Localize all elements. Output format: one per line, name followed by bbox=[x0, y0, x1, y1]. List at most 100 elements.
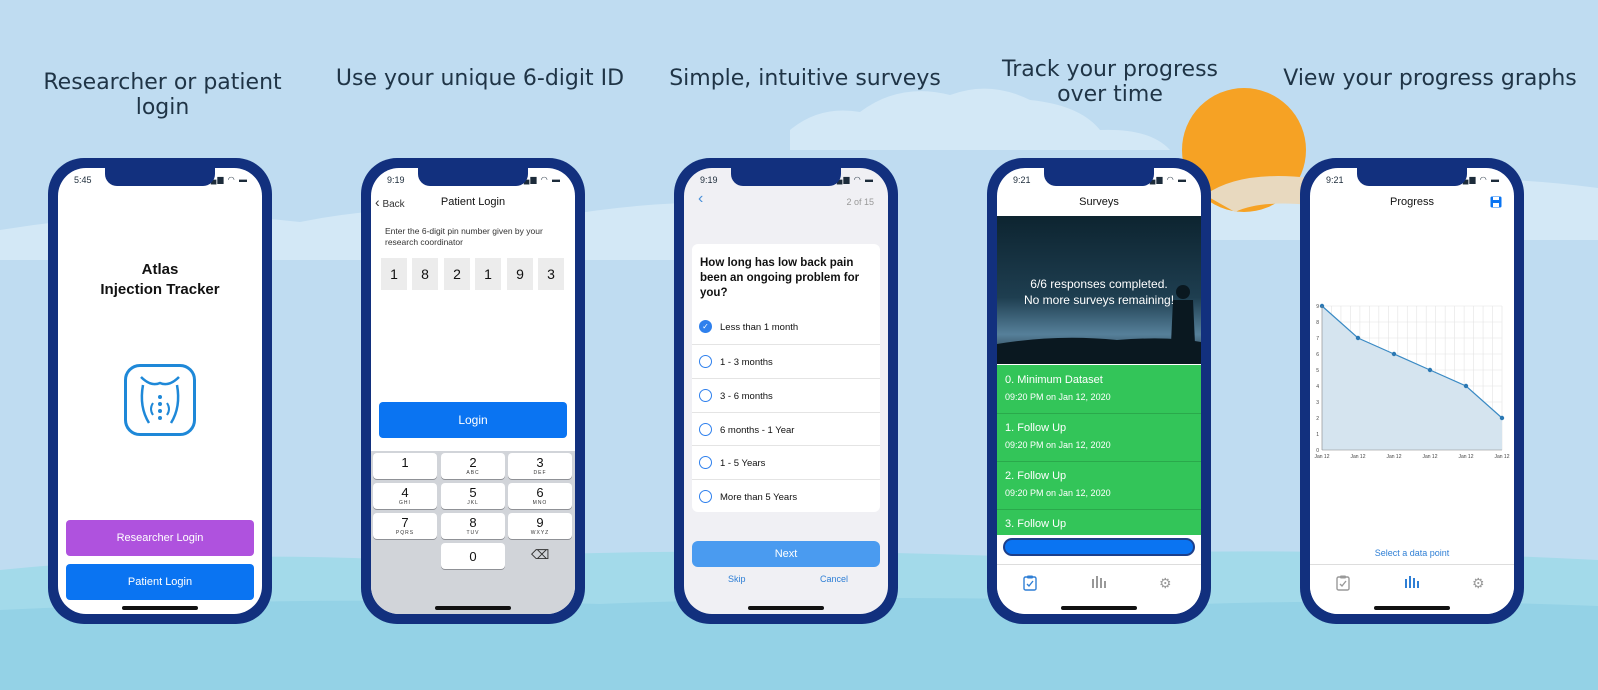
progress-chart[interactable]: 0123456789Jan 12 Jan 12 Jan 12 Jan 12 Jan 12… bbox=[1310, 298, 1514, 468]
pin-digit[interactable]: 2 bbox=[444, 258, 470, 290]
x-tick-label: Jan 12 bbox=[1422, 454, 1437, 460]
key-0[interactable]: 0 bbox=[441, 543, 505, 569]
spine-logo-icon bbox=[124, 364, 196, 436]
pin-digit[interactable]: 8 bbox=[412, 258, 438, 290]
save-icon[interactable] bbox=[1490, 195, 1502, 213]
y-tick-label: 3 bbox=[1316, 400, 1319, 406]
key-8[interactable]: 8 TUV bbox=[441, 513, 505, 539]
home-indicator bbox=[748, 606, 824, 610]
hero-line1: 6/6 responses completed. bbox=[1030, 277, 1168, 291]
clipboard-check-icon[interactable] bbox=[1023, 575, 1037, 594]
answer-option[interactable]: ✓ Less than 1 month bbox=[692, 310, 880, 343]
gear-icon[interactable]: ⚙ bbox=[1472, 575, 1485, 592]
bar-chart-icon[interactable] bbox=[1404, 575, 1420, 592]
pin-prompt: Enter the 6-digit pin number given by yo… bbox=[385, 226, 543, 247]
survey-row[interactable]: 1. Follow Up 09:20 PM on Jan 12, 2020 bbox=[997, 413, 1201, 462]
screen: 9:19 ▂▄▆ ◠ ▬ ‹ 2 of 15 How long has low … bbox=[684, 168, 888, 614]
nav-title: Progress bbox=[1389, 196, 1435, 208]
y-tick-label: 4 bbox=[1316, 384, 1319, 390]
phone-patient-login: 9:19 ▂▄▆ ◠ ▬ ‹ Back Patient Login Enter … bbox=[361, 158, 585, 624]
answer-option[interactable]: 1 - 5 Years bbox=[692, 445, 880, 479]
question-card: How long has low back pain been an ongoi… bbox=[692, 244, 880, 512]
y-tick-label: 8 bbox=[1316, 320, 1319, 326]
screen: 9:21 ▂▄▆ ◠ ▬ Progress 0 1 2 3 4 5 6 7 8 9 Jan 12 Ja… bbox=[1310, 168, 1514, 614]
pin-digit[interactable]: 3 bbox=[538, 258, 564, 290]
key-9[interactable]: 9 WXYZ bbox=[508, 513, 572, 539]
data-point bbox=[1499, 415, 1505, 421]
clipboard-check-icon[interactable] bbox=[1336, 575, 1350, 594]
screen: 5:45 ▂▄▆ ◠ ▬ Atlas Injection Tracker Res… bbox=[58, 168, 262, 614]
pin-digit[interactable]: 1 bbox=[475, 258, 501, 290]
key-7[interactable]: 7 PQRS bbox=[373, 513, 437, 539]
caption-login: Researcher or patient login bbox=[43, 70, 282, 120]
radio-icon bbox=[699, 490, 712, 503]
phone-login-choice: 5:45 ▂▄▆ ◠ ▬ Atlas Injection Tracker Res… bbox=[48, 158, 272, 624]
backspace-icon[interactable]: ⌫ bbox=[531, 547, 549, 563]
x-tick-label: Jan 12 bbox=[1494, 454, 1509, 460]
survey-row[interactable]: 0. Minimum Dataset 09:20 PM on Jan 12, 2… bbox=[997, 365, 1201, 414]
app-name: Atlas Injection Tracker bbox=[58, 260, 262, 300]
chevron-left-icon[interactable]: ‹ bbox=[698, 190, 703, 208]
notch bbox=[1044, 168, 1154, 186]
numeric-keypad: 1 2 ABC 3 DEF 4 GHI 5 JKL 6 MNO 7 PQRS 8 TUV 9W… bbox=[371, 451, 575, 614]
phone-surveys-list: 9:21 ▂▄▆ ◠ ▬ Surveys 6/6 responses compl… bbox=[987, 158, 1211, 624]
series-area bbox=[1322, 306, 1502, 450]
app-name-line1: Atlas bbox=[141, 261, 179, 278]
key-1[interactable]: 1 bbox=[373, 453, 437, 479]
data-point bbox=[1355, 335, 1361, 341]
researcher-login-button[interactable]: Researcher Login bbox=[66, 520, 254, 556]
login-button[interactable]: Login bbox=[379, 402, 567, 438]
x-tick-label: Jan 12 bbox=[1458, 454, 1473, 460]
key-5[interactable]: 5 JKL bbox=[441, 483, 505, 509]
hero-line2: No more surveys remaining! bbox=[1023, 293, 1175, 307]
select-data-point-hint: Select a data point bbox=[1374, 548, 1450, 558]
y-tick-label: 6 bbox=[1316, 352, 1319, 358]
caption-surveys: Simple, intuitive surveys bbox=[669, 66, 941, 91]
home-indicator bbox=[435, 606, 511, 610]
nav-title: Surveys bbox=[1079, 196, 1119, 208]
next-button[interactable]: Next bbox=[692, 541, 880, 567]
notch bbox=[105, 168, 215, 186]
status-time: 9:19 bbox=[387, 175, 405, 185]
screen: 9:21 ▂▄▆ ◠ ▬ Surveys 6/6 responses compl… bbox=[997, 168, 1201, 614]
answer-option[interactable]: 1 - 3 months bbox=[692, 344, 880, 378]
phone-survey: 9:19 ▂▄▆ ◠ ▬ ‹ 2 of 15 How long has low … bbox=[674, 158, 898, 624]
y-tick-label: 1 bbox=[1316, 432, 1319, 438]
y-tick-label: 5 bbox=[1316, 368, 1319, 374]
status-time: 9:21 bbox=[1326, 175, 1344, 185]
phone-progress-graph: 9:21 ▂▄▆ ◠ ▬ Progress 0 1 2 3 4 5 6 7 8 9 Jan 12 Ja… bbox=[1300, 158, 1524, 624]
home-indicator bbox=[1061, 606, 1137, 610]
data-point bbox=[1391, 351, 1397, 357]
key-6[interactable]: 6 MNO bbox=[508, 483, 572, 509]
status-time: 5:45 bbox=[74, 175, 92, 185]
notch bbox=[731, 168, 841, 186]
skip-button[interactable]: Skip bbox=[728, 574, 746, 584]
answer-option[interactable]: 3 - 6 months bbox=[692, 378, 880, 412]
notch bbox=[418, 168, 528, 186]
key-4[interactable]: 4 GHI bbox=[373, 483, 437, 509]
notch bbox=[1357, 168, 1467, 186]
home-indicator bbox=[122, 606, 198, 610]
survey-row[interactable]: 3. Follow Up bbox=[997, 509, 1201, 535]
action-bar-button[interactable] bbox=[1005, 540, 1193, 554]
cancel-button[interactable]: Cancel bbox=[820, 574, 848, 584]
answer-option[interactable]: More than 5 Years bbox=[692, 479, 880, 513]
key-2[interactable]: 2 ABC bbox=[441, 453, 505, 479]
hero-message: 6/6 responses completed. No more surveys… bbox=[997, 276, 1201, 308]
gear-icon[interactable]: ⚙ bbox=[1159, 575, 1172, 592]
survey-row[interactable]: 2. Follow Up 09:20 PM on Jan 12, 2020 bbox=[997, 461, 1201, 510]
data-point bbox=[1427, 367, 1433, 373]
radio-icon bbox=[699, 423, 712, 436]
answer-option[interactable]: 6 months - 1 Year bbox=[692, 412, 880, 446]
key-3[interactable]: 3 DEF bbox=[508, 453, 572, 479]
status-time: 9:19 bbox=[700, 175, 718, 185]
caption-track-progress: Track your progress over time bbox=[1002, 57, 1218, 107]
checkmark-icon: ✓ bbox=[699, 320, 712, 333]
app-name-line2: Injection Tracker bbox=[100, 281, 220, 298]
radio-icon bbox=[699, 389, 712, 402]
pin-digit[interactable]: 1 bbox=[381, 258, 407, 290]
bar-chart-icon[interactable] bbox=[1091, 575, 1107, 592]
pin-digit[interactable]: 9 bbox=[507, 258, 533, 290]
patient-login-button[interactable]: Patient Login bbox=[66, 564, 254, 600]
data-point bbox=[1463, 383, 1469, 389]
